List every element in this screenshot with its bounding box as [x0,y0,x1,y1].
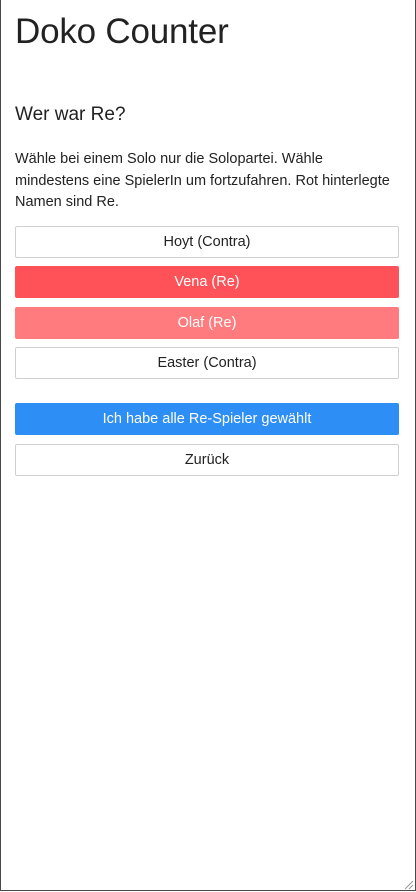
app-title: Doko Counter [15,12,229,51]
player-button-olaf[interactable]: Olaf (Re) [15,306,399,339]
question-heading: Wer war Re? [15,104,126,125]
player-button-hoyt[interactable]: Hoyt (Contra) [15,225,399,258]
player-button-easter[interactable]: Easter (Contra) [15,347,399,379]
resize-grip-icon[interactable] [402,878,414,890]
confirm-re-players-button[interactable]: Ich habe alle Re-Spieler gewählt [15,403,399,435]
action-buttons: Ich habe alle Re-Spieler gewählt Zurück [15,403,399,476]
player-button-vena[interactable]: Vena (Re) [15,266,399,298]
player-list: Hoyt (Contra) Vena (Re) Olaf (Re) Easter… [15,225,399,379]
main-content: Doko Counter Wer war Re? Wähle bei einem… [15,0,399,484]
back-button[interactable]: Zurück [15,443,399,476]
instructions-text: Wähle bei einem Solo nur die Solopartei.… [15,151,390,210]
